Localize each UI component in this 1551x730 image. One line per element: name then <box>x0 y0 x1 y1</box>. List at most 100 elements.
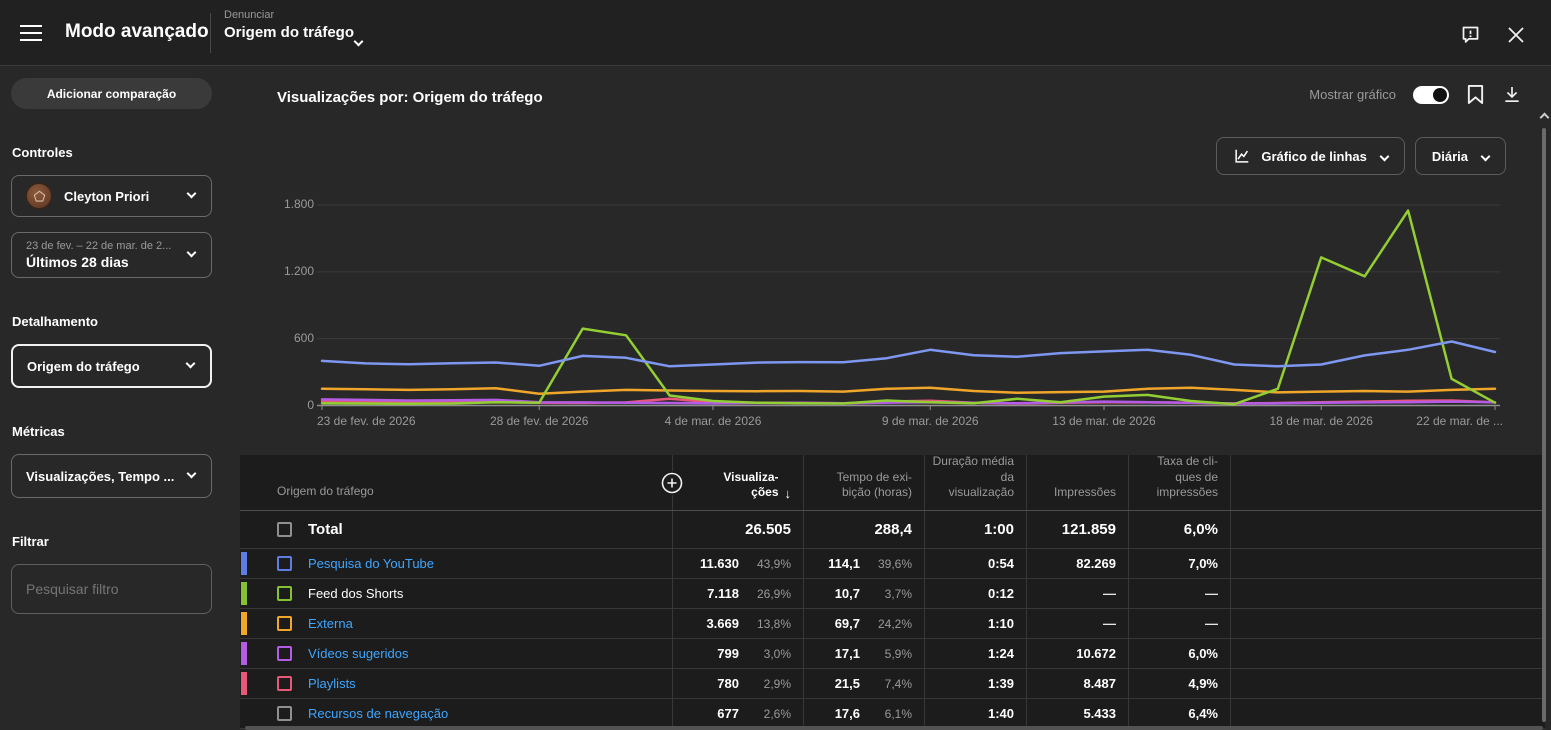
controls-heading: Controles <box>12 145 73 160</box>
column-header-label: Visualiza- ções <box>723 469 779 500</box>
watch-percent: 6,1% <box>884 706 912 721</box>
series-line-externa <box>320 386 1497 396</box>
interval-label: Diária <box>1431 148 1468 164</box>
avg-value: 1:24 <box>924 639 1026 668</box>
watch-percent: 3,7% <box>884 586 912 601</box>
chevron-down-icon <box>1480 151 1491 161</box>
avg-value: 1:39 <box>924 669 1026 698</box>
views-percent: 13,8% <box>756 616 791 631</box>
download-button[interactable] <box>1502 84 1522 105</box>
add-comparison-button[interactable]: Adicionar comparação <box>11 78 212 109</box>
close-button[interactable] <box>1507 26 1525 44</box>
total-checkbox[interactable] <box>277 522 292 537</box>
traffic-source-link[interactable]: Playlists <box>308 676 356 691</box>
dimension-value: Origem do tráfego <box>224 24 355 41</box>
x-axis-label: 23 de fev. de 2026 <box>317 414 416 428</box>
watch-percent: 39,6% <box>877 556 912 571</box>
table-row[interactable]: Pesquisa do YouTube 11.630 43,9% 114,1 39,6%… <box>240 549 1545 579</box>
row-checkbox[interactable] <box>277 586 292 601</box>
column-header-ctr[interactable]: Taxa de cli- ques de impressões <box>1128 454 1230 510</box>
row-checkbox[interactable] <box>277 676 292 691</box>
views-percent: 3,0% <box>763 646 791 661</box>
show-chart-label: Mostrar gráfico <box>1309 87 1396 102</box>
views-percent: 43,9% <box>756 556 791 571</box>
ctr-value: — <box>1128 579 1230 608</box>
row-checkbox[interactable] <box>277 616 292 631</box>
metrics-heading: Métricas <box>12 424 65 439</box>
watch-value: 114,1 <box>828 556 860 571</box>
filter-heading: Filtrar <box>12 534 49 549</box>
line-chart: 0 600 1.200 1.800 23 de fev. de 2026 28 de fe… <box>224 127 1551 455</box>
vertical-scrollbar[interactable] <box>1542 128 1546 722</box>
menu-icon[interactable] <box>20 25 42 41</box>
views-percent: 2,6% <box>763 706 791 721</box>
column-header-views[interactable]: Visualiza- ções ↓ <box>672 455 803 510</box>
table-row[interactable]: Feed dos Shorts 7.118 26,9% 10,7 3,7% 0:12— — <box>240 579 1545 609</box>
y-axis-label: 600 <box>293 330 314 345</box>
main-panel: Visualizações por: Origem do tráfego Mos… <box>224 67 1551 730</box>
total-ctr: 6,0% <box>1128 511 1230 548</box>
impressions-value: — <box>1026 609 1128 638</box>
avg-value: 1:10 <box>924 609 1026 638</box>
app-title: Modo avançado <box>65 21 209 42</box>
table-row[interactable]: Vídeos sugeridos 799 3,0% 17,1 5,9% 1:24 10.67… <box>240 639 1545 669</box>
interval-select[interactable]: Diária <box>1414 137 1506 175</box>
x-axis-label: 4 de mar. de 2026 <box>664 414 762 428</box>
avg-value: 0:12 <box>924 579 1026 608</box>
column-header-impressions[interactable]: Impressões <box>1026 455 1128 510</box>
traffic-source-table: Origem do tráfego Visualiza- ções ↓ Tempo … <box>240 454 1545 729</box>
download-icon <box>1505 87 1519 102</box>
chevron-down-icon <box>353 36 364 47</box>
close-icon <box>1508 26 1524 43</box>
dimension-selector[interactable]: Denunciar Origem do tráfego <box>224 9 364 47</box>
show-chart-toggle[interactable] <box>1413 85 1449 104</box>
ctr-value: 7,0% <box>1128 549 1230 578</box>
column-header-avg[interactable]: Duração média da visualização <box>924 454 1026 510</box>
views-value: 11.630 <box>699 556 739 571</box>
series-color-stripe <box>241 642 247 665</box>
series-color-stripe <box>241 612 247 635</box>
horizontal-scrollbar[interactable] <box>245 726 1543 730</box>
column-header-dimension[interactable]: Origem do tráfego <box>240 455 672 510</box>
add-metric-button[interactable] <box>660 471 684 495</box>
chart-canvas <box>317 204 1500 410</box>
impressions-value: 82.269 <box>1026 549 1128 578</box>
watch-value: 21,5 <box>834 676 860 691</box>
row-checkbox[interactable] <box>277 556 292 571</box>
channel-avatar <box>26 183 52 209</box>
row-checkbox[interactable] <box>277 706 292 721</box>
breakdown-value: Origem do tráfego <box>27 358 140 374</box>
line-chart-icon <box>1235 149 1249 163</box>
total-impressions: 121.859 <box>1026 511 1128 548</box>
total-label: Total <box>308 521 343 538</box>
traffic-source-link[interactable]: Pesquisa do YouTube <box>308 556 434 571</box>
series-color-stripe <box>241 582 247 605</box>
traffic-source-link[interactable]: Recursos de navegação <box>308 706 448 721</box>
breakdown-select[interactable]: Origem do tráfego <box>11 344 212 388</box>
traffic-source-link[interactable]: Vídeos sugeridos <box>308 646 408 661</box>
views-value: 7.118 <box>707 586 739 601</box>
chart-section: Gráfico de linhas Diária 0 600 1.200 1.800 2… <box>224 127 1551 455</box>
table-row[interactable]: Playlists 780 2,9% 21,5 7,4% 1:39 8.487 4,9% <box>240 669 1545 699</box>
breakdown-heading: Detalhamento <box>12 314 98 329</box>
feedback-button[interactable] <box>1460 24 1481 45</box>
channel-name: Cleyton Priori <box>64 188 150 204</box>
series-color-stripe <box>241 552 247 575</box>
save-report-button[interactable] <box>1466 84 1485 105</box>
table-row[interactable]: Recursos de navegação 677 2,6% 17,6 6,1% 1:40… <box>240 699 1545 729</box>
table-row[interactable]: Externa 3.669 13,8% 69,7 24,2% 1:10— — <box>240 609 1545 639</box>
column-header-watch[interactable]: Tempo de exi- bição (horas) <box>803 455 924 510</box>
filter-search-input[interactable] <box>11 564 212 614</box>
traffic-source-link[interactable]: Externa <box>308 616 353 631</box>
channel-select[interactable]: Cleyton Priori <box>11 175 212 217</box>
views-value: 3.669 <box>706 616 739 631</box>
ctr-value: 6,4% <box>1128 699 1230 728</box>
chart-type-select[interactable]: Gráfico de linhas <box>1216 137 1405 175</box>
y-axis-label: 0 <box>307 397 314 412</box>
total-views: 26.505 <box>672 511 803 548</box>
row-checkbox[interactable] <box>277 646 292 661</box>
metrics-select[interactable]: Visualizações, Tempo ... <box>11 454 212 498</box>
chevron-down-icon <box>186 247 197 258</box>
date-range-select[interactable]: 23 de fev. – 22 de mar. de 2... Últimos … <box>11 232 212 278</box>
total-avg: 1:00 <box>924 511 1026 548</box>
